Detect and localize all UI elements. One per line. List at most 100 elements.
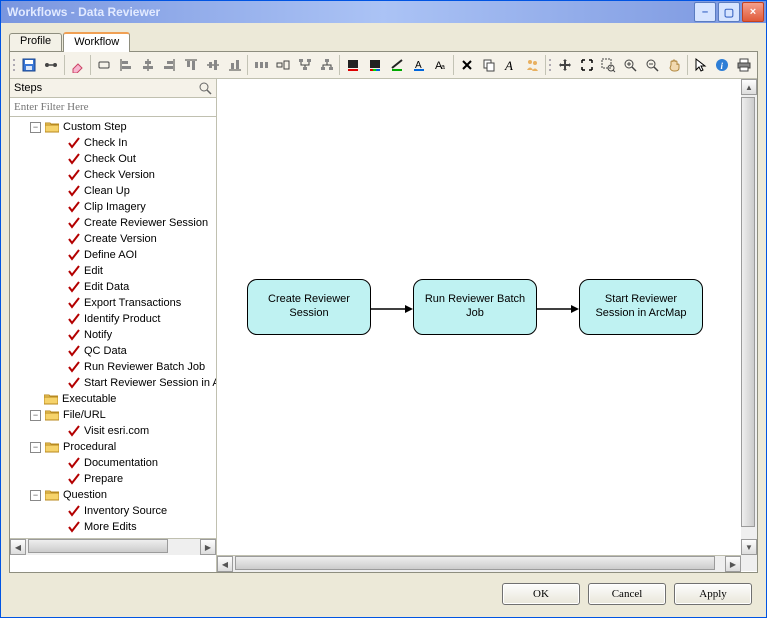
tree-item[interactable]: Edit (10, 263, 216, 279)
check-icon (68, 313, 80, 325)
flow-node-3[interactable]: Start Reviewer Session in ArcMap (579, 279, 703, 335)
flow-node-label: Create Reviewer Session (252, 293, 366, 321)
link-icon[interactable] (40, 53, 62, 77)
vscroll-thumb[interactable] (741, 97, 755, 527)
font-color-icon[interactable]: A (408, 53, 430, 77)
cancel-button[interactable]: Cancel (588, 583, 666, 605)
fit-icon[interactable] (576, 53, 598, 77)
scroll-thumb[interactable] (28, 539, 168, 553)
tree-folder-label: Executable (62, 393, 116, 405)
tree-item[interactable]: Edit Data (10, 279, 216, 295)
align-top-icon[interactable] (180, 53, 202, 77)
tab-profile[interactable]: Profile (9, 33, 62, 51)
toolbar-grip[interactable] (13, 58, 15, 72)
flow-node-2[interactable]: Run Reviewer Batch Job (413, 279, 537, 335)
info-icon[interactable]: i (711, 53, 733, 77)
canvas-scroll-right-icon[interactable]: ▶ (725, 556, 741, 572)
zoom-out-icon[interactable] (641, 53, 663, 77)
canvas-vscroll[interactable]: ▲ ▼ (741, 79, 757, 555)
tree-folder[interactable]: −Custom Step (10, 119, 216, 135)
tree-item-label: Edit Data (84, 281, 129, 293)
check-icon (68, 201, 80, 213)
font-icon[interactable]: Aa (429, 53, 451, 77)
align-bottom-icon[interactable] (224, 53, 246, 77)
tree-folder[interactable]: Executable (10, 391, 216, 407)
copy-icon[interactable] (478, 53, 500, 77)
scroll-up-icon[interactable]: ▲ (741, 79, 757, 95)
tree-folder[interactable]: −File/URL (10, 407, 216, 423)
tree-item[interactable]: Start Reviewer Session in ArcMap (10, 375, 216, 391)
eraser-icon[interactable] (66, 53, 88, 77)
toggle-icon[interactable]: − (30, 442, 41, 453)
tree-item[interactable]: Prepare (10, 471, 216, 487)
tree-folder[interactable]: −Question (10, 487, 216, 503)
ok-button[interactable]: OK (502, 583, 580, 605)
scroll-down-icon[interactable]: ▼ (741, 539, 757, 555)
check-icon (68, 281, 80, 293)
tree-item[interactable]: Identify Product (10, 311, 216, 327)
tree-item[interactable]: Create Reviewer Session (10, 215, 216, 231)
toggle-icon[interactable]: − (30, 490, 41, 501)
flow-node-1[interactable]: Create Reviewer Session (247, 279, 371, 335)
scroll-left-icon[interactable]: ◀ (10, 539, 26, 555)
save-icon[interactable] (18, 53, 40, 77)
toggle-icon[interactable]: − (30, 410, 41, 421)
side-hscroll[interactable]: ◀ ▶ (10, 538, 216, 555)
pointer-icon[interactable] (690, 53, 712, 77)
tree-folder[interactable]: −Procedural (10, 439, 216, 455)
search-icon[interactable] (198, 81, 212, 95)
check-icon (68, 297, 80, 309)
zoom-region-icon[interactable] (598, 53, 620, 77)
node-icon[interactable] (93, 53, 115, 77)
scroll-right-icon[interactable]: ▶ (200, 539, 216, 555)
canvas-scroll-thumb[interactable] (235, 556, 715, 570)
maximize-button[interactable]: ▢ (718, 2, 740, 22)
align-center-h-icon[interactable] (137, 53, 159, 77)
tree-item[interactable]: Visit esri.com (10, 423, 216, 439)
zoom-in-icon[interactable] (619, 53, 641, 77)
apply-button[interactable]: Apply (674, 583, 752, 605)
canvas-hscroll[interactable]: ◀ ▶ (217, 555, 741, 572)
minimize-button[interactable]: – (694, 2, 716, 22)
filter-input[interactable] (10, 98, 216, 116)
tree-item[interactable]: Define AOI (10, 247, 216, 263)
align-left-icon[interactable] (115, 53, 137, 77)
resize-icon[interactable] (272, 53, 294, 77)
tree-item[interactable]: QC Data (10, 343, 216, 359)
fill-color-icon[interactable] (342, 53, 364, 77)
tree-item[interactable]: Documentation (10, 455, 216, 471)
align-center-v-icon[interactable] (202, 53, 224, 77)
tree-item[interactable]: Clean Up (10, 183, 216, 199)
tree-item[interactable]: Inventory Source (10, 503, 216, 519)
pan-icon[interactable] (554, 53, 576, 77)
close-button[interactable]: × (742, 2, 764, 22)
fill-gradient-icon[interactable] (364, 53, 386, 77)
line-color-icon[interactable] (386, 53, 408, 77)
toolbar-grip-2[interactable] (549, 58, 551, 72)
hand-icon[interactable] (663, 53, 685, 77)
text-icon[interactable]: A (500, 53, 522, 77)
delete-icon[interactable] (456, 53, 478, 77)
print-icon[interactable] (733, 53, 755, 77)
people-icon[interactable] (521, 53, 543, 77)
workflow-canvas[interactable]: Create Reviewer Session Run Reviewer Bat… (217, 79, 741, 555)
tree-item[interactable]: Check Out (10, 151, 216, 167)
tree-item[interactable]: Create Version (10, 231, 216, 247)
tree-item[interactable]: Clip Imagery (10, 199, 216, 215)
tab-workflow[interactable]: Workflow (63, 32, 130, 52)
hierarchy-icon[interactable] (316, 53, 338, 77)
tree-item[interactable]: Notify (10, 327, 216, 343)
distribute-h-icon[interactable] (250, 53, 272, 77)
toggle-icon[interactable]: − (30, 122, 41, 133)
canvas-scroll-left-icon[interactable]: ◀ (217, 556, 233, 572)
tree-item[interactable]: More Edits (10, 519, 216, 535)
align-right-icon[interactable] (158, 53, 180, 77)
tree-item-label: Prepare (84, 473, 123, 485)
check-icon (68, 249, 80, 261)
canvas-wrap: Create Reviewer Session Run Reviewer Bat… (217, 79, 757, 555)
tree-item[interactable]: Export Transactions (10, 295, 216, 311)
tree-item[interactable]: Check Version (10, 167, 216, 183)
flow-icon[interactable] (294, 53, 316, 77)
tree-item[interactable]: Run Reviewer Batch Job (10, 359, 216, 375)
tree-item[interactable]: Check In (10, 135, 216, 151)
